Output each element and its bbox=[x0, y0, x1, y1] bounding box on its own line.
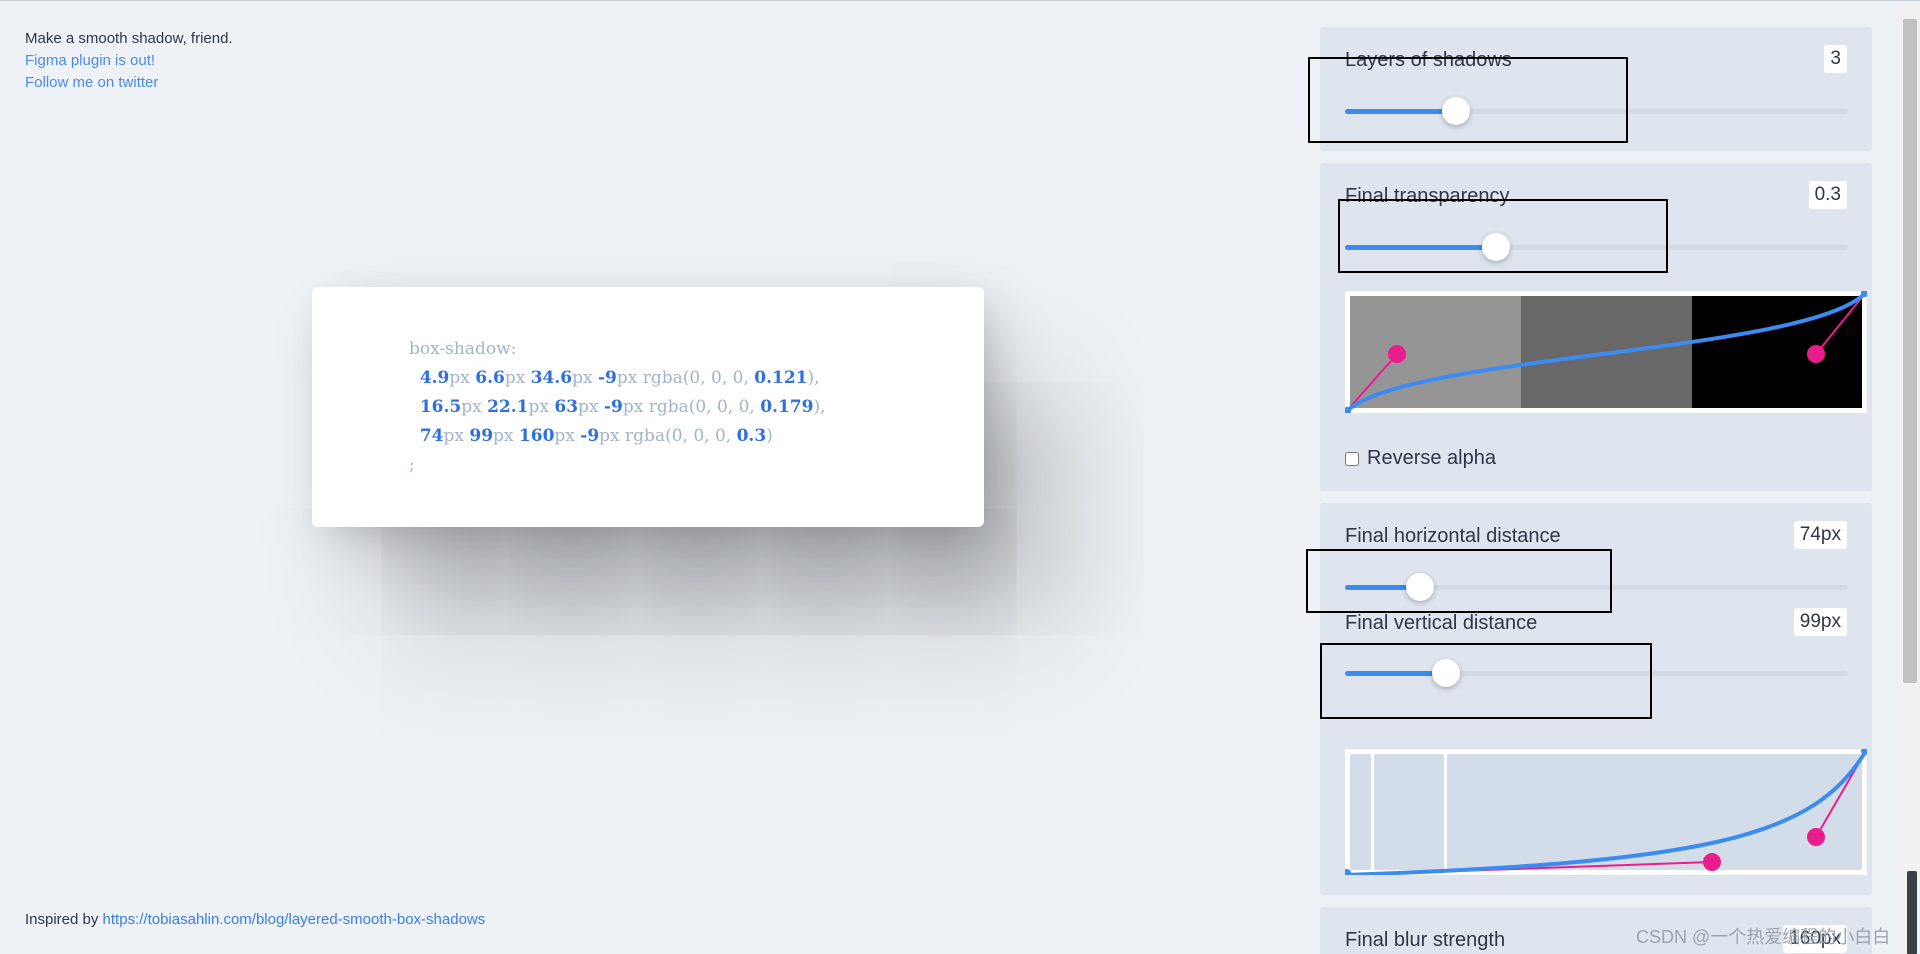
code-number: 34.6 bbox=[530, 368, 573, 388]
code-unit: px bbox=[599, 426, 626, 446]
code-rgba: rgba(0, 0, 0, bbox=[625, 426, 737, 446]
transparency-value[interactable]: 0.3 bbox=[1808, 181, 1847, 209]
reverse-alpha-checkbox[interactable] bbox=[1345, 451, 1359, 466]
distance-curve-editor[interactable] bbox=[1343, 747, 1869, 877]
distance-swatch-2 bbox=[1374, 754, 1444, 870]
alpha-swatch-1 bbox=[1350, 296, 1521, 408]
code-number: -9 bbox=[580, 426, 600, 446]
css-code-block: box-shadow: 4.9px 6.6px 34.6px -9px rgba… bbox=[409, 335, 826, 480]
code-alpha: 0.179 bbox=[760, 397, 814, 417]
code-unit: px bbox=[504, 368, 531, 388]
code-number: 6.6 bbox=[475, 368, 505, 388]
code-rgba: rgba(0, 0, 0, bbox=[648, 397, 761, 417]
inspiration-link[interactable]: https://tobiasahlin.com/blog/layered-smo… bbox=[103, 911, 486, 928]
annotation-box bbox=[1338, 199, 1668, 273]
transparency-card: Final transparency 0.3 Reverse alpha bbox=[1320, 163, 1872, 491]
blur-label: Final blur strength bbox=[1345, 929, 1506, 951]
horizontal-value[interactable]: 74px bbox=[1793, 521, 1847, 549]
code-alpha: 0.3 bbox=[736, 426, 767, 446]
code-number: 4.9 bbox=[419, 368, 450, 388]
code-unit: px bbox=[443, 426, 470, 446]
reverse-alpha-label: Reverse alpha bbox=[1367, 447, 1496, 469]
code-close: ), bbox=[813, 397, 826, 417]
code-unit: px bbox=[622, 397, 649, 417]
code-number: -9 bbox=[598, 368, 617, 388]
code-property: box-shadow: bbox=[409, 339, 517, 359]
tagline: Make a smooth shadow, friend. bbox=[25, 30, 233, 47]
annotation-box bbox=[1320, 643, 1652, 719]
code-alpha: 0.121 bbox=[754, 368, 808, 388]
code-number: 16.5 bbox=[419, 397, 462, 417]
footer-prefix: Inspired by bbox=[25, 911, 103, 928]
code-number: 74 bbox=[419, 426, 444, 446]
code-number: 22.1 bbox=[487, 397, 529, 417]
annotation-box bbox=[1306, 549, 1612, 613]
layers-value[interactable]: 3 bbox=[1824, 45, 1847, 73]
code-rgba: rgba(0, 0, 0, bbox=[642, 368, 755, 388]
vertical-value[interactable]: 99px bbox=[1793, 608, 1847, 636]
distance-curve-svg[interactable] bbox=[1343, 747, 1869, 877]
bezier-handle-1[interactable] bbox=[1388, 345, 1406, 363]
horizontal-label: Final horizontal distance bbox=[1345, 525, 1561, 547]
code-close: ) bbox=[766, 426, 773, 446]
layers-card: Layers of shadows 3 bbox=[1308, 27, 1872, 151]
bezier-handle-1[interactable] bbox=[1703, 853, 1721, 871]
alpha-swatch-3 bbox=[1692, 296, 1862, 408]
code-number: 63 bbox=[554, 397, 579, 417]
code-line: 74px 99px 160px -9px rgba(0, 0, 0, 0.3) bbox=[409, 422, 826, 451]
distance-card: Final horizontal distance 74px Final ver… bbox=[1306, 503, 1872, 895]
distance-swatch-1 bbox=[1350, 754, 1371, 870]
shadow-preview-card: box-shadow: 4.9px 6.6px 34.6px -9px rgba… bbox=[312, 287, 984, 527]
reverse-alpha-option[interactable]: Reverse alpha bbox=[1345, 447, 1496, 470]
code-number: 99 bbox=[469, 426, 494, 446]
code-unit: px bbox=[572, 368, 598, 388]
info-block: Make a smooth shadow, friend. Figma plug… bbox=[25, 28, 233, 94]
scrollbar-thumb[interactable] bbox=[1903, 19, 1917, 683]
figma-plugin-link[interactable]: Figma plugin is out! bbox=[25, 50, 233, 72]
watermark: CSDN @一个热爱编程的小白白 bbox=[1636, 927, 1891, 947]
code-close: ), bbox=[807, 368, 820, 388]
code-unit: px bbox=[449, 368, 476, 388]
code-line: 16.5px 22.1px 63px -9px rgba(0, 0, 0, 0.… bbox=[409, 393, 826, 422]
code-number: 160 bbox=[518, 426, 555, 446]
curve-start-point bbox=[1343, 869, 1351, 877]
footer: Inspired by https://tobiasahlin.com/blog… bbox=[25, 911, 485, 928]
bezier-handle-2[interactable] bbox=[1807, 828, 1825, 846]
code-number: -9 bbox=[603, 397, 623, 417]
bezier-handle-2[interactable] bbox=[1807, 345, 1825, 363]
code-unit: px bbox=[616, 368, 643, 388]
code-line: 4.9px 6.6px 34.6px -9px rgba(0, 0, 0, 0.… bbox=[409, 364, 826, 393]
vertical-label: Final vertical distance bbox=[1345, 612, 1538, 634]
scrollbar-handle[interactable] bbox=[1907, 871, 1917, 954]
code-unit: px bbox=[578, 397, 604, 417]
alpha-curve-editor[interactable] bbox=[1343, 289, 1869, 415]
code-unit: px bbox=[461, 397, 488, 417]
code-end: ; bbox=[409, 455, 415, 475]
code-unit: px bbox=[528, 397, 555, 417]
code-unit: px bbox=[554, 426, 581, 446]
code-unit: px bbox=[493, 426, 519, 446]
alpha-curve-svg[interactable] bbox=[1343, 289, 1869, 415]
annotation-box bbox=[1308, 57, 1628, 143]
twitter-link[interactable]: Follow me on twitter bbox=[25, 72, 233, 94]
